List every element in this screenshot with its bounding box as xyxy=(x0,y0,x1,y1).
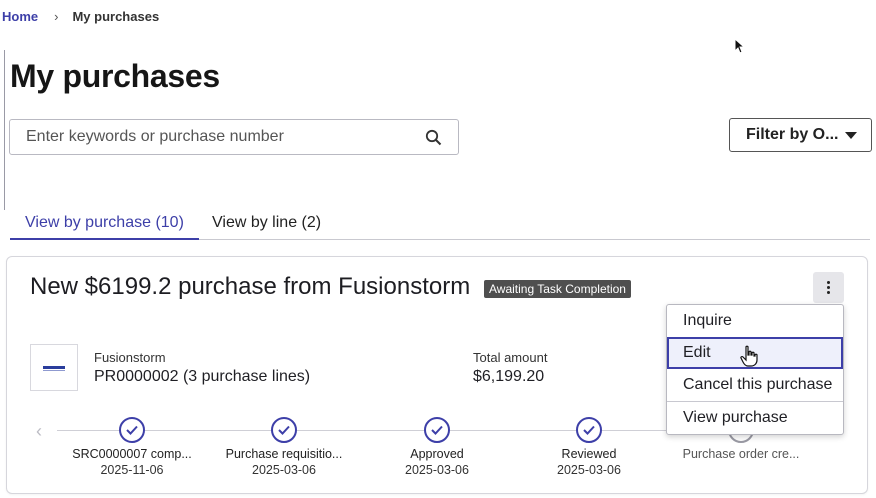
total-amount-label: Total amount xyxy=(473,350,548,365)
search-field[interactable] xyxy=(9,119,459,155)
progress-step: Approved 2025-03-06 xyxy=(367,417,507,477)
actions-menu: Inquire Edit Cancel this purchase View p… xyxy=(666,304,844,435)
step-label: Reviewed xyxy=(561,447,617,461)
search-icon[interactable] xyxy=(425,129,442,146)
step-label: Approved xyxy=(410,447,464,461)
progress-step: Purchase requisitio... 2025-03-06 xyxy=(214,417,354,477)
step-date: 2025-03-06 xyxy=(557,463,621,477)
step-date: 2025-03-06 xyxy=(252,463,316,477)
page-title: My purchases xyxy=(10,58,220,94)
check-circle-icon xyxy=(576,417,602,443)
requisition-number: PR0000002 (3 purchase lines) xyxy=(94,368,311,385)
check-circle-icon xyxy=(424,417,450,443)
hand-pointer-icon xyxy=(740,345,758,367)
breadcrumb-home-link[interactable]: Home xyxy=(2,9,38,24)
step-date: 2025-11-06 xyxy=(100,463,164,477)
filter-by-button[interactable]: Filter by O... xyxy=(729,118,872,152)
more-actions-button[interactable] xyxy=(813,272,844,303)
menu-item-view-purchase[interactable]: View purchase xyxy=(667,402,843,434)
kebab-dot-icon xyxy=(827,291,830,294)
check-circle-icon xyxy=(119,417,145,443)
total-amount-value: $6,199.20 xyxy=(473,368,545,385)
breadcrumb-current: My purchases xyxy=(72,9,160,24)
caret-down-icon xyxy=(845,132,857,139)
breadcrumb-chevron-icon: › xyxy=(54,9,59,24)
filter-by-label: Filter by O... xyxy=(746,126,839,143)
step-label: Purchase order cre... xyxy=(682,447,800,461)
chevron-left-icon[interactable]: ‹ xyxy=(36,421,42,442)
mouse-pointer-icon xyxy=(734,38,746,54)
step-label: SRC0000007 comp... xyxy=(72,447,192,461)
progress-step: SRC0000007 comp... 2025-11-06 xyxy=(62,417,202,477)
step-label: Purchase requisitio... xyxy=(225,447,343,461)
view-tabs: View by purchase (10) View by line (2) xyxy=(10,204,870,240)
supplier-logo xyxy=(30,344,78,391)
progress-step: Reviewed 2025-03-06 xyxy=(519,417,659,477)
tab-view-by-line[interactable]: View by line (2) xyxy=(197,214,336,240)
check-circle-icon xyxy=(271,417,297,443)
supplier-logo-mark xyxy=(43,366,65,371)
purchase-card-title[interactable]: New $6199.2 purchase from Fusionstorm xyxy=(30,273,470,301)
breadcrumb: Home › My purchases xyxy=(2,9,159,24)
menu-item-inquire[interactable]: Inquire xyxy=(667,305,843,337)
search-input[interactable] xyxy=(26,128,406,146)
supplier-name: Fusionstorm xyxy=(94,350,166,365)
menu-item-cancel-purchase[interactable]: Cancel this purchase xyxy=(667,369,843,401)
tab-view-by-purchase[interactable]: View by purchase (10) xyxy=(10,214,199,240)
kebab-dot-icon xyxy=(827,281,830,284)
kebab-dot-icon xyxy=(827,286,830,289)
left-edge-rule xyxy=(4,50,5,210)
step-date: 2025-03-06 xyxy=(405,463,469,477)
status-badge: Awaiting Task Completion xyxy=(484,280,631,298)
